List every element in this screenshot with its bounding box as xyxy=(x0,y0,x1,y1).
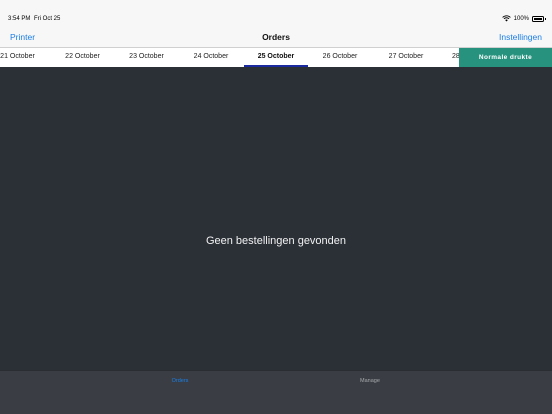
date-tab-23-october[interactable]: 23 October xyxy=(123,48,170,67)
busy-status-badge[interactable]: Normale drukte xyxy=(459,48,552,67)
status-indicators: 100% xyxy=(501,15,546,22)
status-time: 3:54 PM xyxy=(8,16,31,22)
tab-bar: Orders Manage xyxy=(0,370,552,414)
date-tab-22-october[interactable]: 22 October xyxy=(59,48,106,67)
status-bar: 3:54 PM Fri Oct 25 100% xyxy=(0,0,552,26)
date-tab-21-october[interactable]: 21 October xyxy=(0,48,35,67)
status-date: Fri Oct 25 xyxy=(34,16,61,22)
tab-orders[interactable]: Orders xyxy=(150,378,210,384)
date-tab-26-october[interactable]: 26 October xyxy=(310,48,370,67)
page-title: Orders xyxy=(262,32,290,42)
date-tab-25-october[interactable]: 25 October xyxy=(244,48,308,67)
tab-manage[interactable]: Manage xyxy=(340,378,400,384)
navigation-bar: Printer Orders Instellingen xyxy=(0,26,552,48)
orders-list: Geen bestellingen gevonden xyxy=(0,67,552,370)
empty-state-message: Geen bestellingen gevonden xyxy=(205,235,347,247)
date-tab-24-october[interactable]: 24 October xyxy=(187,48,235,67)
date-tab-27-october[interactable]: 27 October xyxy=(383,48,429,67)
battery-percentage: 100% xyxy=(513,15,529,22)
wifi-icon xyxy=(501,15,511,22)
settings-button[interactable]: Instellingen xyxy=(499,32,542,42)
battery-icon xyxy=(532,15,546,22)
